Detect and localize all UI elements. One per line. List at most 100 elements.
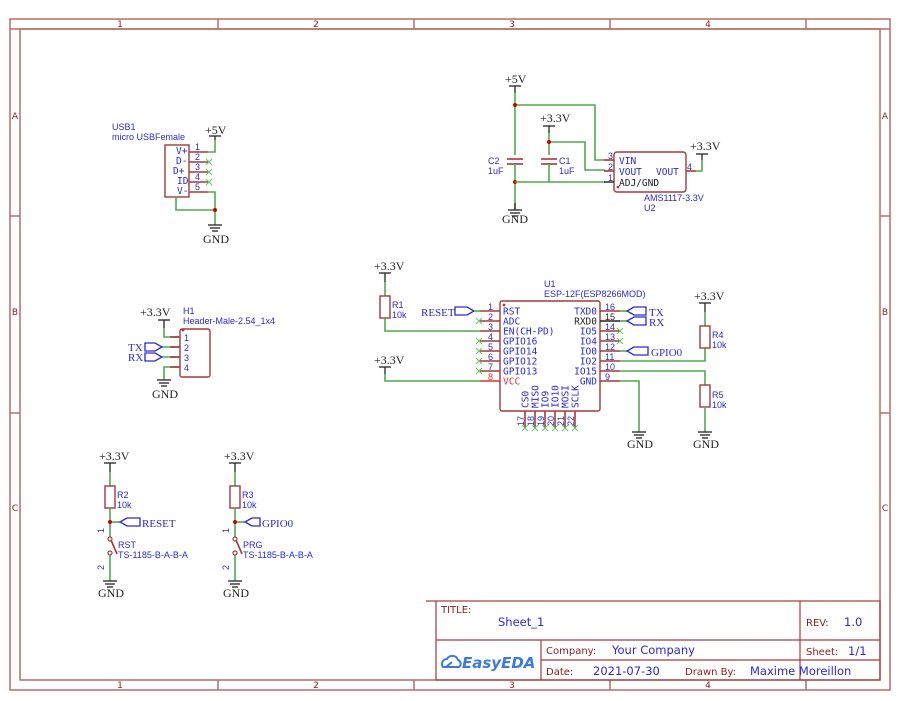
net-label-rx-esp[interactable]: RX bbox=[625, 316, 664, 329]
pin-number: 2 bbox=[488, 312, 493, 322]
pin-number: 11 bbox=[605, 352, 614, 362]
sw-designator: RST bbox=[118, 540, 137, 550]
power-label: +3.3V bbox=[690, 139, 721, 153]
usb1-connector[interactable]: USB1 micro USBFemale V+ D- D+ ID V- 1 2 … bbox=[112, 122, 217, 225]
column-label: 3 bbox=[509, 20, 515, 30]
net-label: RX bbox=[128, 352, 143, 364]
ground-h1: GND bbox=[152, 379, 178, 401]
r3-value: 10k bbox=[242, 500, 257, 510]
pin-number: 8 bbox=[488, 372, 493, 382]
u1-designator: U1 bbox=[544, 279, 556, 289]
pin-name: V- bbox=[177, 186, 188, 197]
pin-number: 9 bbox=[605, 372, 610, 382]
capacitor-c2[interactable]: C2 1uF bbox=[488, 156, 523, 176]
power-label: +3.3V bbox=[540, 111, 571, 125]
resistor-r2[interactable]: R2 10k bbox=[104, 485, 132, 510]
junction-dot bbox=[233, 520, 237, 524]
h1-value: Header-Male-2.54_1x4 bbox=[183, 316, 275, 326]
pin-number: 2 bbox=[221, 565, 231, 570]
pin-number: 6 bbox=[488, 352, 493, 362]
pin-number: 15 bbox=[605, 312, 615, 322]
drawn-by-label: Drawn By: bbox=[685, 667, 736, 678]
u2-designator: U2 bbox=[644, 203, 656, 213]
company-value: Your Company bbox=[611, 643, 695, 657]
r5-value: 10k bbox=[712, 400, 727, 410]
column-label: 1 bbox=[117, 20, 123, 30]
pin-number: 3 bbox=[488, 322, 493, 332]
resistor-r3[interactable]: R3 10k bbox=[229, 485, 257, 510]
capacitor-c1[interactable]: C1 1uF bbox=[541, 156, 575, 176]
header-h1[interactable]: H1 Header-Male-2.54_1x4 1 2 3 4 bbox=[170, 306, 275, 378]
net-label: GPIO0 bbox=[262, 518, 294, 530]
pin-name: ADJ/GND bbox=[619, 178, 659, 189]
pin-number: 2 bbox=[608, 162, 613, 172]
power-label: +3.3V bbox=[224, 449, 255, 463]
logo-text: EasyEDA bbox=[462, 654, 535, 672]
row-label: A bbox=[12, 112, 19, 122]
r5-designator: R5 bbox=[712, 390, 724, 400]
junction-dot bbox=[108, 520, 112, 524]
junction-dot bbox=[213, 208, 217, 212]
power-label: GND bbox=[502, 212, 528, 226]
sheet-value: 1/1 bbox=[848, 644, 867, 658]
ground-esp: GND bbox=[627, 431, 653, 451]
pin-number: 10 bbox=[605, 362, 615, 372]
net-label-reset-esp[interactable]: RESET bbox=[421, 306, 476, 319]
pin-number: 19 bbox=[536, 416, 546, 426]
rev-label: REV: bbox=[806, 618, 829, 629]
pin-name: VCC bbox=[503, 377, 520, 388]
junction-dot bbox=[513, 103, 517, 107]
pin-number: 12 bbox=[605, 342, 615, 352]
net-label: RX bbox=[649, 317, 664, 329]
resistor-r5[interactable]: R5 10k bbox=[699, 384, 727, 410]
r3-designator: R3 bbox=[242, 490, 254, 500]
pin-number: 21 bbox=[556, 416, 566, 426]
column-label: 2 bbox=[313, 681, 319, 691]
column-label: 2 bbox=[313, 20, 319, 30]
power-label: GND bbox=[223, 586, 249, 600]
easyeda-logo: EasyEDA bbox=[441, 654, 535, 672]
power-label: GND bbox=[627, 437, 653, 451]
c1-value: 1uF bbox=[559, 166, 575, 176]
row-label: C bbox=[882, 504, 888, 514]
r4-value: 10k bbox=[712, 340, 727, 350]
power-5v-reg: +5V bbox=[505, 72, 527, 93]
net-label-gpio0-sw[interactable]: GPIO0 bbox=[243, 517, 294, 530]
net-label-gpio0-esp[interactable]: GPIO0 bbox=[625, 346, 683, 359]
resistor-r1[interactable]: R1 10k bbox=[379, 295, 407, 320]
pin-number: 1 bbox=[221, 528, 231, 533]
pin-number: 14 bbox=[605, 322, 615, 332]
net-label: GPIO0 bbox=[651, 347, 683, 359]
drawn-by-value: Maxime Moreillon bbox=[750, 664, 851, 678]
column-label: 1 bbox=[117, 681, 123, 691]
pin-name: GND bbox=[580, 377, 597, 388]
pin-number: 5 bbox=[488, 342, 493, 352]
pin-name: VIN bbox=[619, 156, 636, 167]
regulator-u2[interactable]: 3 2 1 4 VIN VOUT ADJ/GND VOUT AMS1117-3.… bbox=[604, 151, 704, 213]
sw-value: TS-1185-B-A-B-A bbox=[118, 550, 188, 560]
pin-number: 16 bbox=[605, 302, 615, 312]
row-label: B bbox=[882, 308, 888, 318]
resistor-r4[interactable]: R4 10k bbox=[699, 325, 727, 350]
r1-designator: R1 bbox=[392, 300, 404, 310]
module-u1[interactable]: U1 ESP-12F(ESP8266MOD) 1 RST2 ADC3 EN(CH-PD… bbox=[475, 279, 646, 432]
net-label-rx-h1[interactable]: RX bbox=[128, 352, 164, 364]
pin-number: 1 bbox=[184, 333, 189, 343]
company-label: Company: bbox=[546, 646, 596, 657]
pin-number: 2 bbox=[96, 565, 106, 570]
pin-number: 1 bbox=[608, 173, 613, 183]
pin-number: 2 bbox=[195, 152, 200, 162]
power-label: +5V bbox=[505, 72, 527, 86]
power-33v-h1: +3.3V bbox=[140, 305, 171, 328]
cloud-icon bbox=[441, 654, 462, 668]
schematic-canvas: 1 2 3 4 1 2 3 4 A B C A B C USB1 micro U… bbox=[9, 18, 891, 691]
pin-number: 1 bbox=[195, 142, 200, 152]
r1-value: 10k bbox=[392, 310, 407, 320]
sw-value: TS-1185-B-A-B-A bbox=[243, 550, 313, 560]
pin-number: 4 bbox=[488, 332, 493, 342]
pin-number: 17 bbox=[516, 416, 526, 426]
net-label-reset-sw[interactable]: RESET bbox=[118, 517, 176, 530]
row-label: B bbox=[12, 308, 18, 318]
title-label: TITLE: bbox=[440, 605, 471, 616]
u2-value: AMS1117-3.3V bbox=[644, 193, 704, 203]
